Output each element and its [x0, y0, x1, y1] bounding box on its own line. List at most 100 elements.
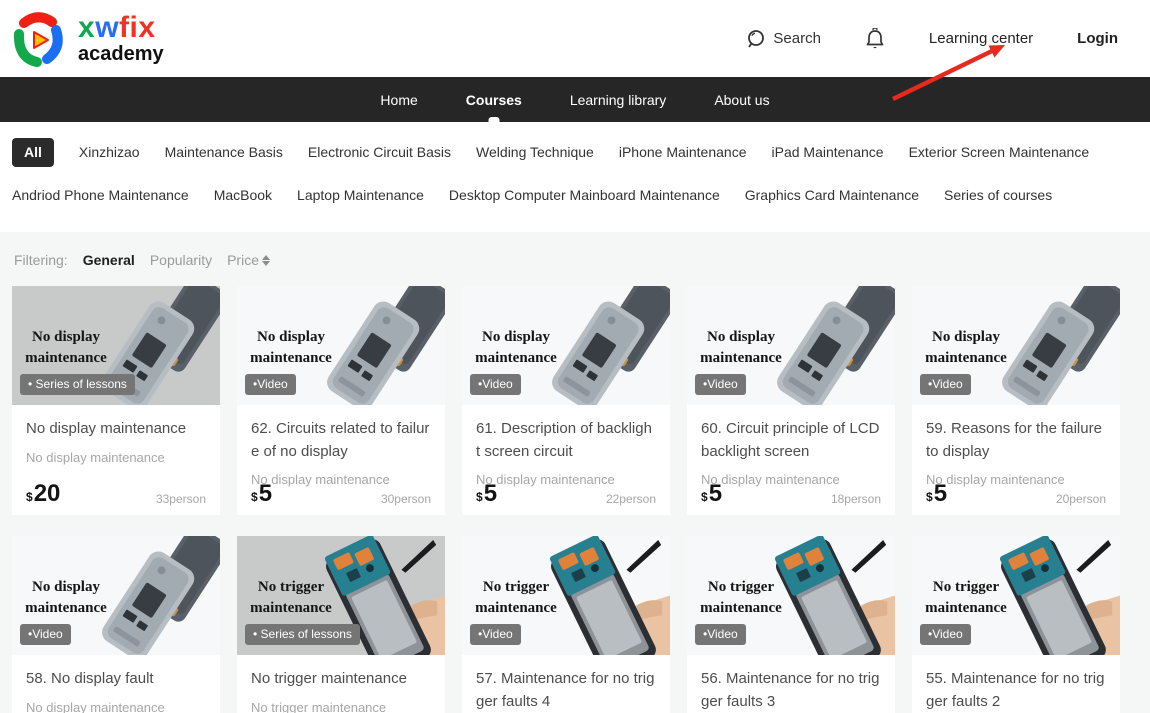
course-thumbnail: No display maintenance •Video: [462, 286, 670, 405]
nav-item-learning-library[interactable]: Learning library: [566, 77, 671, 122]
course-card[interactable]: No display maintenance •Video 60. Circui…: [687, 286, 895, 515]
category-chip[interactable]: MacBook: [214, 187, 272, 204]
brand-subtitle: academy: [78, 44, 164, 65]
course-thumbnail: No display maintenance •Video: [237, 286, 445, 405]
brand-letter: x: [78, 11, 95, 44]
course-student-count: 30person: [381, 492, 431, 506]
course-title: 58. No display fault: [26, 668, 206, 691]
course-type-badge: • Series of lessons: [245, 624, 360, 645]
course-type-badge: •Video: [20, 624, 71, 645]
course-student-count: 22person: [606, 492, 656, 506]
course-type-badge: •Video: [470, 374, 521, 395]
sort-option-popularity[interactable]: Popularity: [150, 252, 212, 268]
course-type-badge: •Video: [695, 374, 746, 395]
course-student-count: 18person: [831, 492, 881, 506]
course-card[interactable]: No trigger maintenance •Video 56. Mainte…: [687, 536, 895, 713]
course-thumbnail: No trigger maintenance •Video: [687, 536, 895, 655]
brand-logo[interactable]: xwfix academy: [10, 10, 164, 68]
category-chip[interactable]: Andriod Phone Maintenance: [12, 187, 189, 204]
category-chip[interactable]: Graphics Card Maintenance: [745, 187, 919, 204]
main-navbar: Home Courses Learning library About us: [0, 77, 1150, 122]
course-title: 61. Description of backlight screen circ…: [476, 418, 656, 463]
header-actions: Search Learning center Login: [746, 28, 1118, 50]
course-grid: No display maintenance • Series of lesso…: [0, 286, 1150, 713]
course-thumbnail: No trigger maintenance • Series of lesso…: [237, 536, 445, 655]
nav-item-courses[interactable]: Courses: [462, 77, 526, 122]
course-title: 59. Reasons for the failure to display: [926, 418, 1106, 463]
category-chip[interactable]: Electronic Circuit Basis: [308, 144, 451, 161]
search-button[interactable]: Search: [746, 29, 821, 49]
category-chip[interactable]: Series of courses: [944, 187, 1052, 204]
thumbnail-caption: No display maintenance: [464, 327, 568, 369]
course-type-badge: •Video: [920, 624, 971, 645]
course-price: $5: [476, 482, 497, 506]
brand-logo-icon: [10, 10, 66, 68]
course-type-badge: •Video: [920, 374, 971, 395]
thumbnail-caption: No display maintenance: [14, 327, 118, 369]
course-card[interactable]: No trigger maintenance • Series of lesso…: [237, 536, 445, 713]
price-sort-icon: [262, 255, 270, 266]
currency-symbol: $: [251, 490, 258, 506]
category-chip[interactable]: Welding Technique: [476, 144, 594, 161]
course-card[interactable]: No display maintenance •Video 58. No dis…: [12, 536, 220, 713]
category-filter-bar: All Xinzhizao Maintenance Basis Electron…: [0, 122, 1150, 232]
search-label: Search: [773, 30, 821, 47]
course-thumbnail: No display maintenance • Series of lesso…: [12, 286, 220, 405]
course-thumbnail: No display maintenance •Video: [687, 286, 895, 405]
currency-symbol: $: [926, 490, 933, 506]
currency-symbol: $: [701, 490, 708, 506]
category-chip[interactable]: All: [12, 138, 54, 167]
currency-symbol: $: [476, 490, 483, 506]
course-title: 57. Maintenance for no trigger faults 4: [476, 668, 656, 713]
active-tab-indicator: [488, 117, 499, 122]
course-student-count: 20person: [1056, 492, 1106, 506]
sort-option-price[interactable]: Price: [227, 252, 270, 268]
course-card[interactable]: No display maintenance • Series of lesso…: [12, 286, 220, 515]
category-chip[interactable]: iPhone Maintenance: [619, 144, 747, 161]
course-type-badge: •Video: [245, 374, 296, 395]
course-subtitle: No display maintenance: [26, 700, 206, 713]
course-thumbnail: No trigger maintenance •Video: [462, 536, 670, 655]
course-title: 55. Maintenance for no trigger faults 2: [926, 668, 1106, 713]
search-icon: [746, 29, 766, 49]
notifications-button[interactable]: [865, 28, 885, 50]
course-price: $5: [251, 482, 272, 506]
course-price: $20: [26, 482, 60, 506]
learning-center-link[interactable]: Learning center: [929, 30, 1033, 47]
sort-option-general[interactable]: General: [83, 252, 135, 268]
course-title: No trigger maintenance: [251, 668, 431, 691]
nav-item-about-us[interactable]: About us: [710, 77, 773, 122]
course-card[interactable]: No display maintenance •Video 59. Reason…: [912, 286, 1120, 515]
course-thumbnail: No trigger maintenance •Video: [912, 536, 1120, 655]
course-subtitle: No trigger maintenance: [251, 700, 431, 713]
category-chip[interactable]: Maintenance Basis: [165, 144, 283, 161]
course-type-badge: •Video: [470, 624, 521, 645]
course-card[interactable]: No display maintenance •Video 62. Circui…: [237, 286, 445, 515]
category-chip[interactable]: Exterior Screen Maintenance: [909, 144, 1090, 161]
course-price: $5: [701, 482, 722, 506]
thumbnail-caption: No display maintenance: [914, 327, 1018, 369]
course-title: 60. Circuit principle of LCD backlight s…: [701, 418, 881, 463]
category-chip[interactable]: Desktop Computer Mainboard Maintenance: [449, 187, 720, 204]
course-card[interactable]: No display maintenance •Video 61. Descri…: [462, 286, 670, 515]
nav-item-home[interactable]: Home: [376, 77, 421, 122]
course-title: No display maintenance: [26, 418, 206, 441]
course-type-badge: • Series of lessons: [20, 374, 135, 395]
category-chip[interactable]: iPad Maintenance: [772, 144, 884, 161]
category-chip[interactable]: Xinzhizao: [79, 144, 140, 161]
currency-symbol: $: [26, 490, 33, 506]
course-card[interactable]: No trigger maintenance •Video 57. Mainte…: [462, 536, 670, 713]
thumbnail-caption: No trigger maintenance: [239, 577, 343, 619]
thumbnail-caption: No display maintenance: [14, 577, 118, 619]
category-chip[interactable]: Laptop Maintenance: [297, 187, 424, 204]
sort-filter-bar: Filtering: General Popularity Price: [0, 252, 1150, 286]
login-link[interactable]: Login: [1077, 30, 1118, 47]
brand-letter: w: [95, 11, 119, 44]
top-header: xwfix academy Search Learning center Log…: [0, 0, 1150, 77]
course-type-badge: •Video: [695, 624, 746, 645]
course-card[interactable]: No trigger maintenance •Video 55. Mainte…: [912, 536, 1120, 713]
thumbnail-caption: No trigger maintenance: [914, 577, 1018, 619]
course-thumbnail: No display maintenance •Video: [912, 286, 1120, 405]
brand-word: xwfix: [78, 12, 164, 44]
course-subtitle: No display maintenance: [26, 450, 206, 465]
